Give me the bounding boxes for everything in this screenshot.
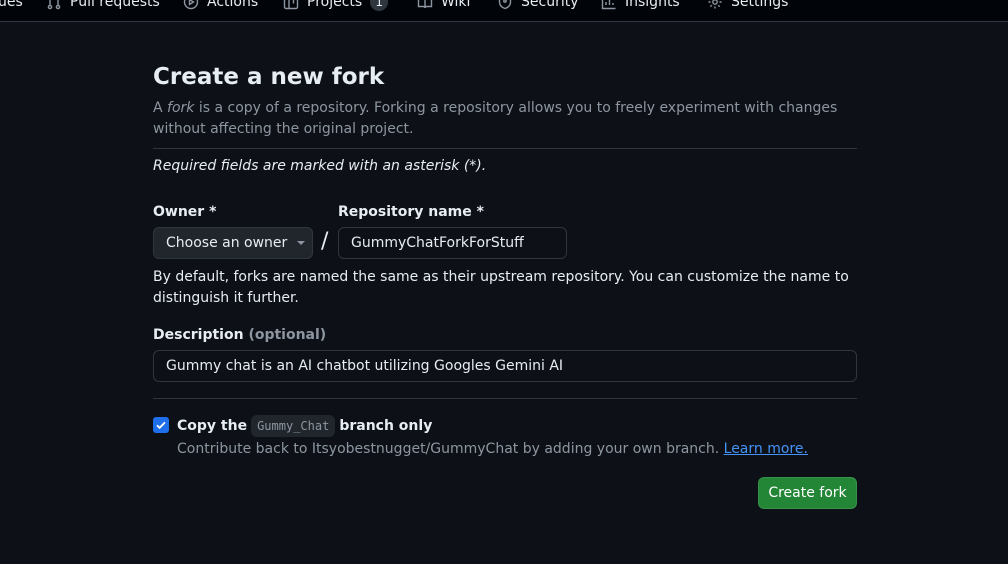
learn-more-link[interactable]: Learn more.	[724, 441, 808, 457]
create-fork-button[interactable]: Create fork	[758, 477, 857, 509]
description-label: Description (optional)	[153, 327, 326, 343]
copy-prefix: Copy the	[177, 418, 248, 434]
wiki-icon	[417, 0, 433, 9]
repo-nav: ues Pull requests Actions Projects 1 Wik…	[0, 0, 1008, 22]
nav-projects[interactable]: Projects 1	[283, 0, 389, 12]
projects-counter: 1	[370, 0, 389, 11]
branch-name-code: Gummy_Chat	[251, 415, 336, 437]
pull-request-icon	[47, 0, 61, 10]
nav-actions[interactable]: Actions	[183, 0, 258, 12]
owner-repo-separator: /	[321, 229, 329, 254]
nav-security[interactable]: Security	[497, 0, 579, 12]
contribute-note: Contribute back to Itsyobestnugget/Gummy…	[177, 441, 808, 457]
owner-label: Owner *	[153, 204, 217, 220]
nav-label: Projects	[307, 0, 363, 10]
nav-wiki[interactable]: Wiki	[417, 0, 470, 12]
check-icon	[156, 421, 166, 430]
projects-icon	[283, 0, 299, 10]
nav-issues[interactable]: ues	[0, 0, 23, 12]
intro-prefix: A	[153, 100, 168, 116]
repo-name-label: Repository name *	[338, 204, 484, 220]
intro-emphasis: fork	[167, 100, 195, 116]
chevron-down-icon	[297, 241, 306, 245]
copy-suffix: branch only	[339, 418, 433, 434]
optional-tag: (optional)	[248, 327, 327, 343]
description-input[interactable]	[153, 350, 857, 382]
page-title: Create a new fork	[153, 64, 385, 90]
nav-label: Settings	[731, 0, 789, 10]
page-intro: A fork is a copy of a repository. Forkin…	[153, 98, 857, 140]
actions-icon	[183, 0, 199, 10]
description-label-text: Description	[153, 327, 244, 343]
nav-label: ues	[0, 0, 23, 10]
nav-label: Actions	[207, 0, 259, 10]
intro-text: is a copy of a repository. Forking a rep…	[153, 100, 838, 137]
copy-branch-label[interactable]: Copy the Gummy_Chat branch only	[177, 415, 432, 437]
nav-label: Security	[521, 0, 579, 10]
nav-settings[interactable]: Settings	[707, 0, 788, 12]
graph-icon	[601, 0, 616, 10]
required-note: Required fields are marked with an aster…	[153, 158, 487, 174]
gear-icon	[708, 0, 722, 9]
repository-name-input[interactable]	[338, 227, 567, 259]
owner-dropdown-label: Choose an owner	[166, 235, 288, 251]
divider	[153, 148, 857, 149]
owner-dropdown[interactable]: Choose an owner	[153, 227, 313, 259]
contribute-text: Contribute back to Itsyobestnugget/Gummy…	[177, 441, 720, 457]
nav-label: Pull requests	[70, 0, 160, 10]
nav-label: Insights	[625, 0, 680, 10]
nav-pull-requests[interactable]: Pull requests	[46, 0, 160, 12]
copy-branch-checkbox[interactable]	[153, 417, 169, 433]
nav-insights[interactable]: Insights	[601, 0, 680, 12]
shield-icon	[498, 0, 512, 10]
divider	[153, 398, 857, 399]
nav-label: Wiki	[441, 0, 471, 10]
name-hint: By default, forks are named the same as …	[153, 269, 849, 306]
